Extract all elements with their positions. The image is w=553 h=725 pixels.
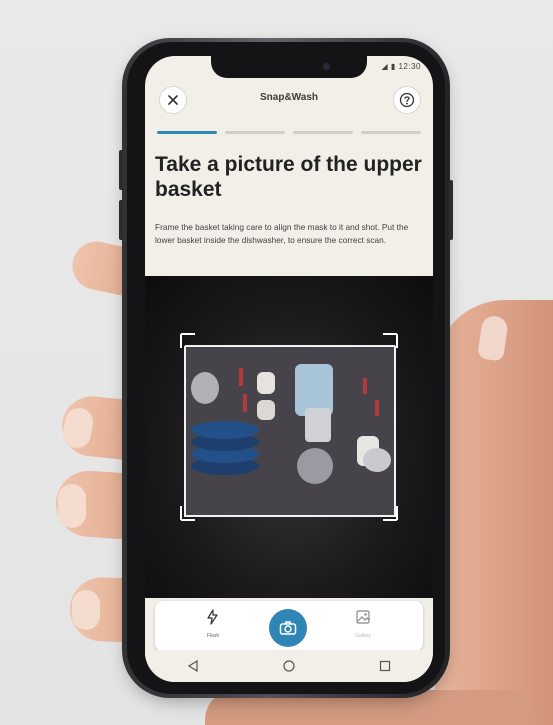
camera-viewfinder[interactable]	[145, 276, 433, 598]
progress-step	[361, 131, 421, 134]
phone-screen: ◢ ▮ 12:30 Snap&Wash Take a picture of th…	[145, 56, 433, 682]
volume-button	[119, 200, 123, 240]
instruction-title: Take a picture of the upper basket	[155, 153, 422, 201]
notch	[211, 56, 367, 78]
image-icon	[356, 610, 370, 624]
app-header: Snap&Wash	[145, 86, 433, 120]
progress-step	[157, 131, 217, 134]
power-button	[449, 180, 453, 240]
flash-label: Flash	[206, 633, 220, 639]
fingernail	[72, 590, 100, 630]
progress-step	[293, 131, 353, 134]
plates	[191, 421, 259, 475]
circle-home-icon[interactable]	[282, 659, 296, 673]
step-progress	[157, 131, 421, 134]
front-camera	[323, 63, 330, 70]
camera-toolbar: Flash Gallery	[155, 601, 423, 651]
camera-icon	[279, 621, 297, 635]
question-icon	[399, 92, 415, 108]
gallery-label: Gallery	[355, 633, 371, 639]
gallery-button[interactable]: Gallery	[343, 609, 383, 639]
shutter-button[interactable]	[269, 609, 307, 647]
triangle-back-icon[interactable]	[186, 659, 200, 673]
hand-palm	[435, 300, 553, 725]
volume-button	[119, 150, 123, 190]
status-time: 12:30	[398, 62, 421, 71]
dishwasher-basket-image	[180, 333, 398, 521]
fingernail	[58, 484, 86, 528]
progress-step	[225, 131, 285, 134]
app-title: Snap&Wash	[260, 92, 318, 103]
instruction-description: Frame the basket taking care to align th…	[155, 222, 409, 245]
signal-icon: ◢	[381, 62, 389, 71]
flash-auto-icon	[207, 609, 218, 625]
flash-button[interactable]: Flash	[193, 609, 233, 639]
battery-icon: ▮	[390, 62, 396, 71]
photo-stage: ◢ ▮ 12:30 Snap&Wash Take a picture of th…	[0, 0, 553, 725]
status-bar: ◢ ▮ 12:30	[381, 62, 421, 71]
android-nav-bar	[145, 650, 433, 682]
help-button[interactable]	[393, 86, 421, 114]
square-recents-icon[interactable]	[378, 659, 392, 673]
